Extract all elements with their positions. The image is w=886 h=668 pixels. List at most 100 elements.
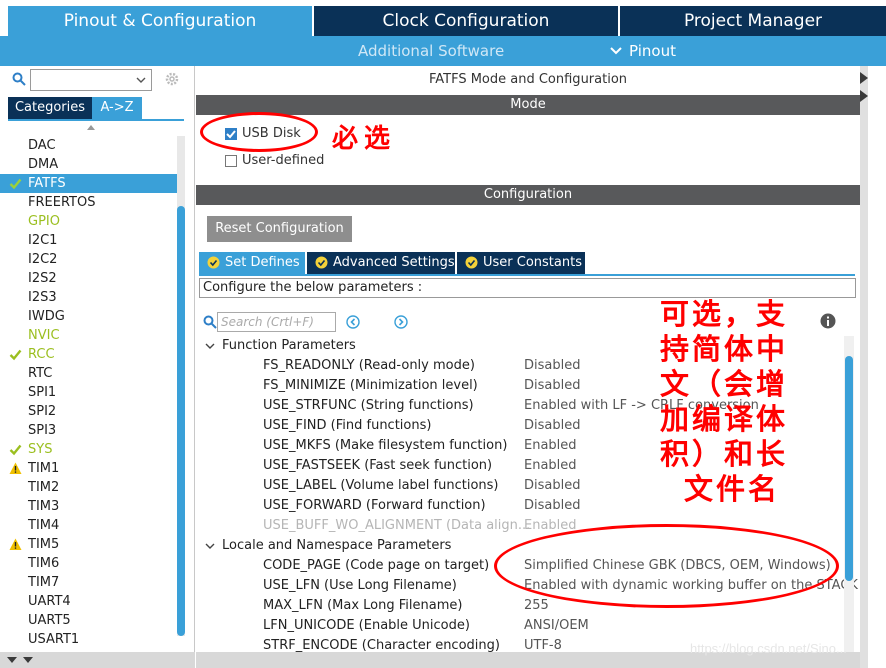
left-bottom-bar bbox=[0, 652, 195, 668]
component-item-label: IWDG bbox=[28, 309, 65, 324]
check-icon bbox=[9, 349, 22, 361]
component-item-label: SYS bbox=[28, 442, 53, 457]
component-item-rtc[interactable]: RTC bbox=[0, 364, 178, 383]
tab-pinout-configuration[interactable]: Pinout & Configuration bbox=[8, 6, 312, 36]
tab-clock-configuration[interactable]: Clock Configuration bbox=[314, 6, 618, 36]
component-item-usart1[interactable]: USART1 bbox=[0, 630, 178, 649]
component-item-tim7[interactable]: TIM7 bbox=[0, 573, 178, 592]
parameter-value[interactable]: 255 bbox=[524, 596, 549, 616]
top-nav: Pinout & Configuration Clock Configurati… bbox=[0, 0, 886, 36]
component-item-label: TIM3 bbox=[28, 499, 60, 514]
config-tabs-underline bbox=[199, 274, 855, 276]
component-item-label: I2C1 bbox=[28, 233, 58, 248]
component-item-i2c2[interactable]: I2C2 bbox=[0, 250, 178, 269]
component-item-freertos[interactable]: FREERTOS bbox=[0, 193, 178, 212]
parameter-value[interactable]: Enabled bbox=[524, 456, 577, 476]
parameter-value[interactable]: Disabled bbox=[524, 476, 580, 496]
outer-scrollbar[interactable] bbox=[860, 66, 868, 668]
previous-match-icon[interactable] bbox=[346, 315, 360, 329]
component-item-label: UART5 bbox=[28, 613, 71, 628]
component-item-nvic[interactable]: NVIC bbox=[0, 326, 178, 345]
component-item-label: DAC bbox=[28, 138, 56, 153]
chevron-down-icon[interactable] bbox=[205, 341, 215, 351]
component-item-spi1[interactable]: SPI1 bbox=[0, 383, 178, 402]
parameter-name: CODE_PAGE (Code page on target) bbox=[263, 558, 490, 573]
parameter-group-label: Locale and Namespace Parameters bbox=[222, 538, 452, 553]
component-item-i2s2[interactable]: I2S2 bbox=[0, 269, 178, 288]
component-list: DAC DMA FATFS FREERTOS GPIO I2C1 I2C2 I2S2 I2S3 I… bbox=[0, 136, 178, 649]
parameter-value[interactable]: Disabled bbox=[524, 496, 580, 516]
left-scrollbar[interactable] bbox=[177, 136, 185, 636]
tab-advanced-settings[interactable]: Advanced Settings bbox=[307, 252, 455, 274]
tab-project-manager[interactable]: Project Manager bbox=[620, 6, 886, 36]
parameter-value[interactable]: Disabled bbox=[524, 356, 580, 376]
component-item-spi2[interactable]: SPI2 bbox=[0, 402, 178, 421]
parameter-search-input[interactable]: Search (Crtl+F) bbox=[217, 312, 336, 332]
gear-icon[interactable] bbox=[164, 71, 180, 87]
parameter-name: USE_STRFUNC (String functions) bbox=[263, 398, 474, 413]
chevron-down-icon[interactable] bbox=[135, 74, 147, 86]
parameter-name: USE_FIND (Find functions) bbox=[263, 418, 432, 433]
chevron-down-icon[interactable] bbox=[205, 541, 215, 551]
component-item-dac[interactable]: DAC bbox=[0, 136, 178, 155]
left-scrollbar-thumb[interactable] bbox=[177, 206, 185, 636]
parameter-value[interactable]: ANSI/OEM bbox=[524, 616, 589, 636]
parameter-row[interactable]: LFN_UNICODE (Enable Unicode) ANSI/OEM bbox=[196, 616, 846, 636]
reset-configuration-button[interactable]: Reset Configuration bbox=[207, 216, 352, 242]
annotation-required: 必选 bbox=[332, 124, 397, 154]
component-item-dma[interactable]: DMA bbox=[0, 155, 178, 174]
tab-categories[interactable]: Categories bbox=[8, 97, 92, 119]
component-item-spi3[interactable]: SPI3 bbox=[0, 421, 178, 440]
annotation-line: 可选，支 bbox=[660, 297, 789, 331]
component-item-label: I2S3 bbox=[28, 290, 57, 305]
parameter-value[interactable]: Disabled bbox=[524, 416, 580, 436]
component-item-i2s3[interactable]: I2S3 bbox=[0, 288, 178, 307]
tab-label: Advanced Settings bbox=[333, 255, 455, 270]
component-search-input[interactable] bbox=[30, 69, 152, 91]
watermark: https://blog.csdn.net/Sino... bbox=[690, 641, 847, 656]
component-item-sys[interactable]: SYS bbox=[0, 440, 178, 459]
info-icon[interactable] bbox=[820, 313, 836, 329]
component-item-tim3[interactable]: TIM3 bbox=[0, 497, 178, 516]
collapse-arrow-icon[interactable] bbox=[860, 70, 868, 110]
tab-set-defines[interactable]: Set Defines bbox=[199, 252, 305, 274]
component-item-uart4[interactable]: UART4 bbox=[0, 592, 178, 611]
parameter-name: MAX_LFN (Max Long Filename) bbox=[263, 598, 463, 613]
annotation-line: 文（会增 bbox=[660, 367, 789, 401]
additional-software-link[interactable]: Additional Software bbox=[358, 41, 504, 61]
chevron-down-icon[interactable] bbox=[6, 655, 18, 665]
component-item-iwdg[interactable]: IWDG bbox=[0, 307, 178, 326]
parameter-scrollbar-thumb[interactable] bbox=[845, 356, 853, 581]
user-defined-checkbox[interactable] bbox=[225, 155, 237, 167]
parameter-value[interactable]: Disabled bbox=[524, 376, 580, 396]
mode-header: Mode bbox=[196, 95, 860, 115]
component-item-tim1[interactable]: TIM1 bbox=[0, 459, 178, 478]
component-item-label: GPIO bbox=[28, 214, 60, 229]
sort-up-icon[interactable] bbox=[86, 123, 96, 133]
component-item-tim6[interactable]: TIM6 bbox=[0, 554, 178, 573]
component-item-gpio[interactable]: GPIO bbox=[0, 212, 178, 231]
parameter-value[interactable]: Enabled bbox=[524, 436, 577, 456]
chevron-down-icon[interactable] bbox=[22, 655, 34, 665]
parameter-name: USE_FASTSEEK (Fast seek function) bbox=[263, 458, 493, 473]
user-defined-option[interactable]: User-defined bbox=[225, 153, 324, 169]
component-item-label: TIM7 bbox=[28, 575, 60, 590]
tab-user-constants[interactable]: User Constants bbox=[457, 252, 585, 274]
parameter-scrollbar[interactable] bbox=[844, 336, 854, 652]
tab-a-z[interactable]: A->Z bbox=[92, 97, 142, 119]
component-item-tim4[interactable]: TIM4 bbox=[0, 516, 178, 535]
component-item-tim5[interactable]: TIM5 bbox=[0, 535, 178, 554]
search-icon bbox=[203, 315, 217, 329]
component-item-label: RCC bbox=[28, 347, 55, 362]
next-match-icon[interactable] bbox=[394, 315, 408, 329]
component-item-uart5[interactable]: UART5 bbox=[0, 611, 178, 630]
component-item-tim2[interactable]: TIM2 bbox=[0, 478, 178, 497]
pinout-menu[interactable]: Pinout bbox=[629, 41, 676, 61]
right-edge bbox=[860, 66, 886, 668]
check-icon bbox=[9, 178, 22, 190]
component-item-i2c1[interactable]: I2C1 bbox=[0, 231, 178, 250]
component-item-rcc[interactable]: RCC bbox=[0, 345, 178, 364]
component-item-fatfs[interactable]: FATFS bbox=[0, 174, 178, 193]
annotation-line: 文件名 bbox=[684, 472, 781, 506]
component-item-label: TIM5 bbox=[28, 537, 60, 552]
